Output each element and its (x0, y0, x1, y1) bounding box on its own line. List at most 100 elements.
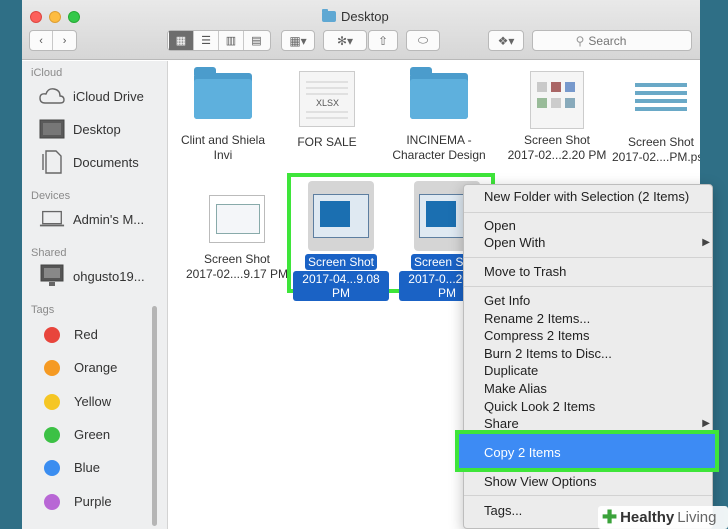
window-title-text: Desktop (341, 9, 389, 24)
sidebar-item-label: Orange (74, 360, 118, 375)
sidebar-item-label: Red (74, 327, 98, 342)
menu-item-open-with[interactable]: Open With ▶ (484, 234, 710, 252)
menu-item-new-folder-with-selection[interactable]: New Folder with Selection (2 Items) (484, 188, 689, 206)
share-button[interactable]: ⇧ (368, 30, 398, 51)
sidebar-section-devices: Devices (31, 190, 71, 202)
menu-separator (464, 286, 712, 287)
watermark-living: Living (677, 509, 717, 526)
cover-flow-button[interactable]: ▤ (244, 31, 269, 50)
sidebar-item-shared-computer[interactable]: ohgusto19... (39, 264, 145, 287)
file-name-line1: Screen Shot (203, 252, 271, 266)
sidebar: iCloud iCloud Drive Desktop Documents De… (22, 61, 168, 529)
sidebar-item-label: Documents (73, 154, 139, 170)
monitor-icon (39, 264, 65, 287)
menu-item-tags[interactable]: Tags... (484, 502, 522, 520)
selected-file-item[interactable]: Screen Shot 2017-04...9.08 PM (293, 181, 389, 301)
purple-tag-dot-icon (44, 494, 60, 510)
list-view-button[interactable]: ☰ (194, 31, 219, 50)
sidebar-scrollbar[interactable] (152, 306, 157, 526)
file-name-line1: Screen Shot (304, 254, 378, 270)
menu-item-show-view-options[interactable]: Show View Options (484, 473, 597, 491)
back-button[interactable]: ‹ (30, 31, 54, 50)
file-item-screenshot-psd[interactable]: Screen Shot 2017-02....PM.psd (607, 77, 700, 165)
forward-button[interactable]: › (53, 31, 76, 50)
menu-item-burn[interactable]: Burn 2 Items to Disc... (484, 345, 612, 363)
menu-item-copy-label: Copy 2 Items (484, 445, 561, 460)
file-name-line2: 2017-02....PM.psd (611, 150, 700, 164)
sidebar-item-label: Yellow (74, 394, 112, 409)
dropbox-button[interactable]: ❖▾ (488, 30, 524, 51)
sidebar-item-label: Purple (74, 494, 112, 509)
file-name-line1: Screen Shot (523, 133, 591, 147)
icon-view-button[interactable]: ▦ (169, 31, 194, 50)
menu-item-rename[interactable]: Rename 2 Items... (484, 310, 590, 328)
sidebar-section-icloud: iCloud (31, 67, 63, 79)
chevron-left-icon: ‹ (39, 34, 43, 47)
menu-item-quick-look[interactable]: Quick Look 2 Items (484, 398, 595, 416)
sidebar-item-label: Desktop (73, 121, 121, 137)
sidebar-section-shared: Shared (31, 247, 67, 259)
menu-item-get-info[interactable]: Get Info (484, 292, 530, 310)
share-icon: ⇧ (377, 33, 389, 48)
sidebar-item-label: Blue (74, 460, 101, 475)
orange-tag-dot-icon (44, 360, 60, 376)
file-name-line1: Clint and Shiela (180, 133, 266, 147)
image-thumbnail-icon (633, 77, 689, 119)
menu-item-compress[interactable]: Compress 2 Items (484, 327, 589, 345)
sidebar-section-tags: Tags (31, 304, 55, 316)
window-title: Desktop (322, 9, 389, 24)
file-item-folder[interactable]: Clint and Shiela Invi (169, 67, 277, 163)
file-item-screenshot[interactable]: Screen Shot 2017-02...2.20 PM (503, 71, 611, 163)
sidebar-item-label: iCloud Drive (73, 88, 144, 104)
image-thumbnail-icon (530, 71, 584, 129)
menu-item-open[interactable]: Open (484, 217, 516, 235)
file-name-line2: Invi (213, 148, 233, 162)
blue-tag-dot-icon (44, 460, 60, 476)
arrange-button[interactable]: ▦▾ (281, 30, 315, 51)
dropbox-icon: ❖▾ (497, 33, 515, 48)
menu-separator (464, 495, 712, 496)
file-item-folder[interactable]: INCINEMA - Character Design (385, 67, 493, 163)
cover-flow-icon: ▤ (251, 35, 262, 47)
finder-toolbar: Desktop ‹ › ▦ ☰ ▥ ▤ ▦▾ ✻▾ ⇧ ⬭ ❖▾ ⚲ (22, 0, 700, 60)
folder-icon (410, 67, 468, 119)
menu-item-copy-highlighted[interactable]: Copy 2 Items (455, 430, 719, 472)
healthy-living-watermark: ✚ Healthy Living (598, 506, 728, 529)
menu-separator (464, 212, 712, 213)
file-type-badge: XLSX (316, 98, 340, 108)
laptop-icon (39, 208, 65, 230)
close-window-button[interactable] (30, 11, 42, 23)
file-name-line2: Character Design (392, 148, 486, 162)
file-name-line1: INCINEMA - (406, 133, 472, 147)
cloud-icon (39, 85, 65, 107)
menu-item-make-alias[interactable]: Make Alias (484, 380, 547, 398)
column-view-button[interactable]: ▥ (219, 31, 244, 50)
file-name-line1: FOR SALE (297, 135, 357, 149)
spreadsheet-icon: XLSX (299, 71, 355, 127)
submenu-arrow-icon: ▶ (702, 237, 710, 248)
search-field[interactable]: ⚲ (532, 30, 692, 51)
action-button[interactable]: ✻▾ (323, 30, 367, 51)
plus-logo-icon: ✚ (602, 507, 618, 527)
sidebar-item-desktop[interactable]: Desktop (39, 118, 121, 140)
minimize-window-button[interactable] (49, 11, 61, 23)
watermark-healthy: Healthy (620, 509, 675, 526)
sidebar-item-documents[interactable]: Documents (39, 150, 139, 174)
view-mode-segmented-control: ▦ ☰ ▥ ▤ (167, 30, 271, 51)
file-item-spreadsheet[interactable]: XLSX FOR SALE (273, 71, 381, 150)
sidebar-item-label: Green (74, 427, 111, 442)
sidebar-item-admins-mac[interactable]: Admin's M... (39, 208, 144, 230)
menu-item-label: Share (484, 416, 519, 431)
file-item-screenshot[interactable]: Screen Shot 2017-02....9.17 PM (183, 195, 291, 282)
file-name-line1: Screen Shot (627, 135, 695, 149)
search-input[interactable] (588, 33, 649, 48)
menu-item-move-to-trash[interactable]: Move to Trash (484, 263, 566, 281)
chevron-right-icon: › (62, 34, 67, 47)
menu-item-duplicate[interactable]: Duplicate (484, 362, 538, 380)
search-icon: ⚲ (575, 33, 585, 48)
sidebar-item-icloud-drive[interactable]: iCloud Drive (39, 85, 144, 107)
zoom-window-button[interactable] (68, 11, 80, 23)
menu-item-label: Open With (484, 235, 546, 250)
edit-tags-button[interactable]: ⬭ (406, 30, 440, 51)
sidebar-item-label: Admin's M... (73, 211, 145, 227)
